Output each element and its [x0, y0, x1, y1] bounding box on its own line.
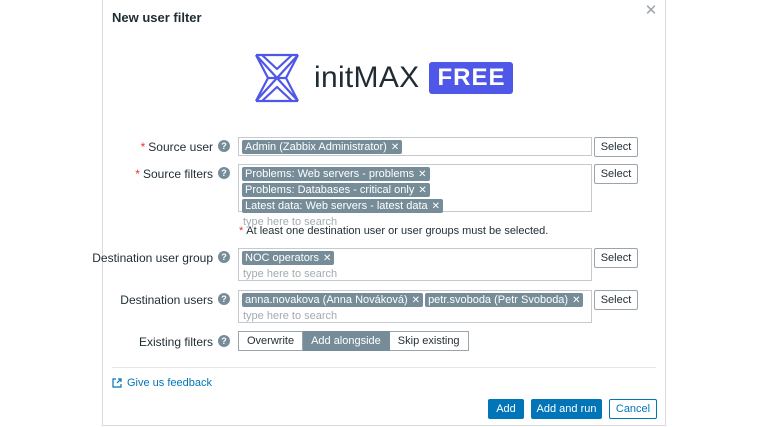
chip: anna.novakova (Anna Nováková) ✕: [242, 293, 424, 307]
footer-divider: [112, 367, 656, 368]
source-filters-label: * Source filters: [135, 167, 213, 181]
remove-icon[interactable]: ✕: [432, 201, 440, 212]
close-icon[interactable]: ✕: [644, 3, 658, 18]
remove-icon[interactable]: ✕: [418, 169, 426, 180]
chip: Problems: Web servers - problems ✕: [242, 167, 430, 181]
help-icon[interactable]: ?: [218, 251, 230, 263]
add-button[interactable]: Add: [488, 399, 524, 419]
cancel-button[interactable]: Cancel: [609, 399, 657, 419]
external-link-icon: [112, 378, 122, 388]
logo-badge: FREE: [429, 62, 514, 94]
new-user-filter-dialog: New user filter ✕ initMAX FREE * Source u…: [92, 0, 666, 426]
dialog-title: New user filter: [112, 10, 202, 25]
option-overwrite[interactable]: Overwrite: [238, 331, 304, 351]
option-skip-existing[interactable]: Skip existing: [389, 331, 469, 351]
source-filters-select-button[interactable]: Select: [594, 164, 638, 184]
source-user-label: * Source user: [140, 140, 213, 154]
chip: petr.svoboda (Petr Svoboda) ✕: [425, 293, 584, 307]
existing-filters-radio-group: Overwrite Add alongside Skip existing: [238, 331, 469, 351]
source-user-multiselect[interactable]: Admin (Zabbix Administrator) ✕: [238, 137, 592, 156]
initmax-mark-icon: [255, 53, 299, 103]
destination-users-search-input[interactable]: [242, 308, 589, 324]
feedback-link[interactable]: Give us feedback: [112, 377, 212, 389]
remove-icon[interactable]: ✕: [572, 295, 580, 306]
help-icon[interactable]: ?: [218, 167, 230, 179]
help-icon[interactable]: ?: [218, 293, 230, 305]
destination-user-group-multiselect[interactable]: NOC operators ✕: [238, 248, 592, 282]
chip: NOC operators ✕: [242, 251, 335, 265]
existing-filters-label: Existing filters: [138, 335, 213, 349]
logo-wordmark: initMAX: [314, 61, 420, 94]
destination-user-group-search-input[interactable]: [242, 266, 589, 282]
destination-user-group-select-button[interactable]: Select: [594, 248, 638, 268]
remove-icon[interactable]: ✕: [323, 253, 331, 264]
chip: Latest data: Web servers - latest data ✕: [242, 199, 444, 213]
help-icon[interactable]: ?: [218, 335, 230, 347]
option-add-alongside[interactable]: Add alongside: [303, 331, 390, 351]
remove-icon[interactable]: ✕: [391, 142, 399, 153]
initmax-logo: initMAX FREE: [250, 50, 514, 106]
help-icon[interactable]: ?: [218, 140, 230, 152]
destination-users-label: Destination users: [120, 293, 213, 307]
destination-users-multiselect[interactable]: anna.novakova (Anna Nováková) ✕ petr.svobo…: [238, 290, 592, 324]
destination-user-group-label: Destination user group: [92, 251, 213, 265]
remove-icon[interactable]: ✕: [412, 295, 420, 306]
source-filters-multiselect[interactable]: Problems: Web servers - problems ✕ Problem…: [238, 164, 592, 230]
destination-note: * At least one destination user or user g…: [239, 225, 549, 237]
remove-icon[interactable]: ✕: [418, 185, 426, 196]
chip: Problems: Databases - critical only ✕: [242, 183, 430, 197]
chip: Admin (Zabbix Administrator) ✕: [242, 140, 403, 154]
destination-users-select-button[interactable]: Select: [594, 290, 638, 310]
add-and-run-button[interactable]: Add and run: [531, 399, 602, 419]
source-user-select-button[interactable]: Select: [594, 137, 638, 157]
